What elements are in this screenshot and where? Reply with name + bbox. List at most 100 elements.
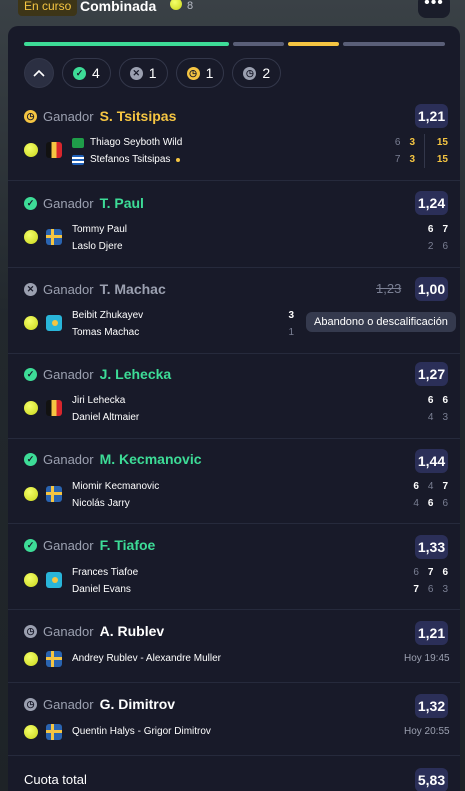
players-list: Tommy Paul Laslo Djere [72, 221, 127, 255]
market-label: Ganador [43, 281, 94, 297]
clock-icon: ◷ [243, 66, 257, 80]
sweden-flag-icon [46, 651, 62, 667]
sweden-flag-icon [46, 724, 62, 740]
set-score: 3 [288, 310, 294, 321]
clock-icon: ◷ [24, 697, 37, 711]
selection-row[interactable]: ◷ Ganador A. Rublev 1,21 Andrey Rublev -… [8, 619, 460, 683]
set-score: 4 [427, 412, 434, 423]
set-score: 6 [427, 224, 434, 235]
player-name: Daniel Altmaier [72, 412, 140, 423]
selection-header: ✓ Ganador F. Tiafoe [24, 535, 155, 555]
selection-header: ◷ Ganador G. Dimitrov [24, 694, 175, 714]
set-score: 3 [409, 137, 415, 148]
pick-name: S. Tsitsipas [99, 108, 177, 124]
selection-header: ◷ Ganador S. Tsitsipas [24, 106, 176, 126]
collapse-button[interactable] [24, 58, 54, 88]
clock-icon: ◷ [24, 109, 37, 123]
bet-header: En curso Combinada 8 ••• [0, 0, 465, 24]
market-label: Ganador [43, 537, 94, 553]
pick-name: A. Rublev [99, 623, 165, 639]
chevron-up-icon [33, 69, 45, 77]
result-tooltip: Abandono o descalificación [306, 312, 456, 332]
set-score: 6 [427, 498, 434, 509]
selection-row[interactable]: ✓ Ganador T. Paul 1,24 Tommy Paul Laslo … [8, 191, 460, 268]
set-score: 2 [427, 241, 434, 252]
players-list: Frances Tiafoe Daniel Evans [72, 564, 138, 598]
set-score: 7 [394, 154, 401, 165]
selection-row[interactable]: ✕ Ganador T. Machac 1,23 1,00 Beibit Zhu… [8, 277, 460, 354]
more-options-button[interactable]: ••• [418, 0, 450, 18]
progress-bar [24, 42, 445, 46]
odds-badge: 1,27 [415, 362, 448, 386]
odds-badge: 1,21 [415, 621, 448, 645]
belgium-flag-icon [46, 400, 62, 416]
set-score: 4 [413, 498, 419, 509]
set-score: 6 [442, 498, 448, 509]
score-board: 6 3 15 7 3 15 [388, 134, 448, 168]
cross-icon: ✕ [129, 66, 143, 80]
pick-name: J. Lehecka [99, 366, 172, 382]
market-label: Ganador [43, 623, 94, 639]
selection-row[interactable]: ◷ Ganador G. Dimitrov 1,32 Quentin Halys… [8, 692, 460, 756]
player-name: Frances Tiafoe [72, 567, 139, 578]
players-list: Beibit Zhukayev Tomas Machac [72, 307, 143, 341]
check-icon: ✓ [24, 538, 37, 552]
score-board: 66 43 [398, 392, 448, 426]
lost-filter-chip[interactable]: ✕ 1 [118, 58, 168, 88]
won-filter-chip[interactable]: ✓ 4 [62, 58, 111, 88]
check-icon: ✓ [24, 196, 37, 210]
score-board: 676 763 [388, 564, 448, 598]
market-label: Ganador [43, 366, 94, 382]
check-icon: ✓ [24, 367, 37, 381]
player-name: Laslo Djere [72, 241, 123, 252]
odds-badge: 1,21 [415, 104, 448, 128]
selection-header: ✓ Ganador J. Lehecka [24, 364, 171, 384]
tennis-ball-icon [24, 487, 38, 501]
set-score: 6 [413, 567, 419, 578]
match-name: Quentin Halys - Grigor Dimitrov [72, 723, 211, 740]
player-name: Beibit Zhukayev [72, 310, 144, 321]
total-odds-badge: 5,83 [415, 768, 448, 791]
player-name: Tommy Paul [72, 224, 128, 235]
score-board: 67 26 [398, 221, 448, 255]
player-name: Stefanos Tsitsipas [90, 154, 171, 165]
tennis-ball-icon [24, 652, 38, 666]
pick-name: T. Paul [99, 195, 144, 211]
tennis-ball-icon [24, 725, 38, 739]
total-odds-label: Cuota total [24, 772, 87, 787]
selection-header: ✕ Ganador T. Machac [24, 279, 166, 299]
set-score: 6 [442, 395, 448, 406]
pick-name: M. Kecmanovic [99, 451, 202, 467]
tennis-ball-icon [24, 401, 38, 415]
player-name: Daniel Evans [72, 584, 131, 595]
set-score: 6 [427, 584, 434, 595]
tennis-ball-icon [24, 230, 38, 244]
pick-name: T. Machac [99, 281, 166, 297]
odds-badge: 1,32 [415, 694, 448, 718]
set-score: 7 [427, 567, 434, 578]
players-list: Jiri Lehecka Daniel Altmaier [72, 392, 139, 426]
set-score: 7 [442, 481, 448, 492]
check-icon: ✓ [73, 66, 86, 80]
market-label: Ganador [43, 451, 94, 467]
odds-badge: 1,24 [415, 191, 448, 215]
serve-indicator-icon [176, 157, 181, 162]
pending-filter-chip[interactable]: ◷ 2 [232, 58, 282, 88]
selection-row[interactable]: ✓ Ganador F. Tiafoe 1,33 Frances Tiafoe … [8, 533, 460, 610]
match-time: Hoy 19:45 [404, 653, 450, 664]
progress-segment-pending [343, 42, 445, 46]
market-label: Ganador [43, 696, 94, 712]
selection-row[interactable]: ✓ Ganador M. Kecmanovic 1,44 Miomir Kecm… [8, 447, 460, 524]
clock-icon: ◷ [24, 624, 37, 638]
live-filter-chip[interactable]: ◷ 1 [175, 58, 225, 88]
selection-header: ◷ Ganador A. Rublev [24, 621, 164, 641]
game-points: 15 [424, 151, 448, 168]
match-title: Andrey Rublev - Alexandre Muller [72, 653, 221, 664]
selection-row[interactable]: ◷ Ganador S. Tsitsipas 1,21 Thiago Seybo… [8, 104, 460, 181]
match-time: Hoy 20:55 [404, 726, 450, 737]
live-count: 1 [205, 65, 214, 81]
selection-row[interactable]: ✓ Ganador J. Lehecka 1,27 Jiri Lehecka D… [8, 362, 460, 439]
player-name: Tomas Machac [72, 327, 140, 338]
set-score: 3 [442, 584, 448, 595]
player-name: Jiri Lehecka [72, 395, 126, 406]
